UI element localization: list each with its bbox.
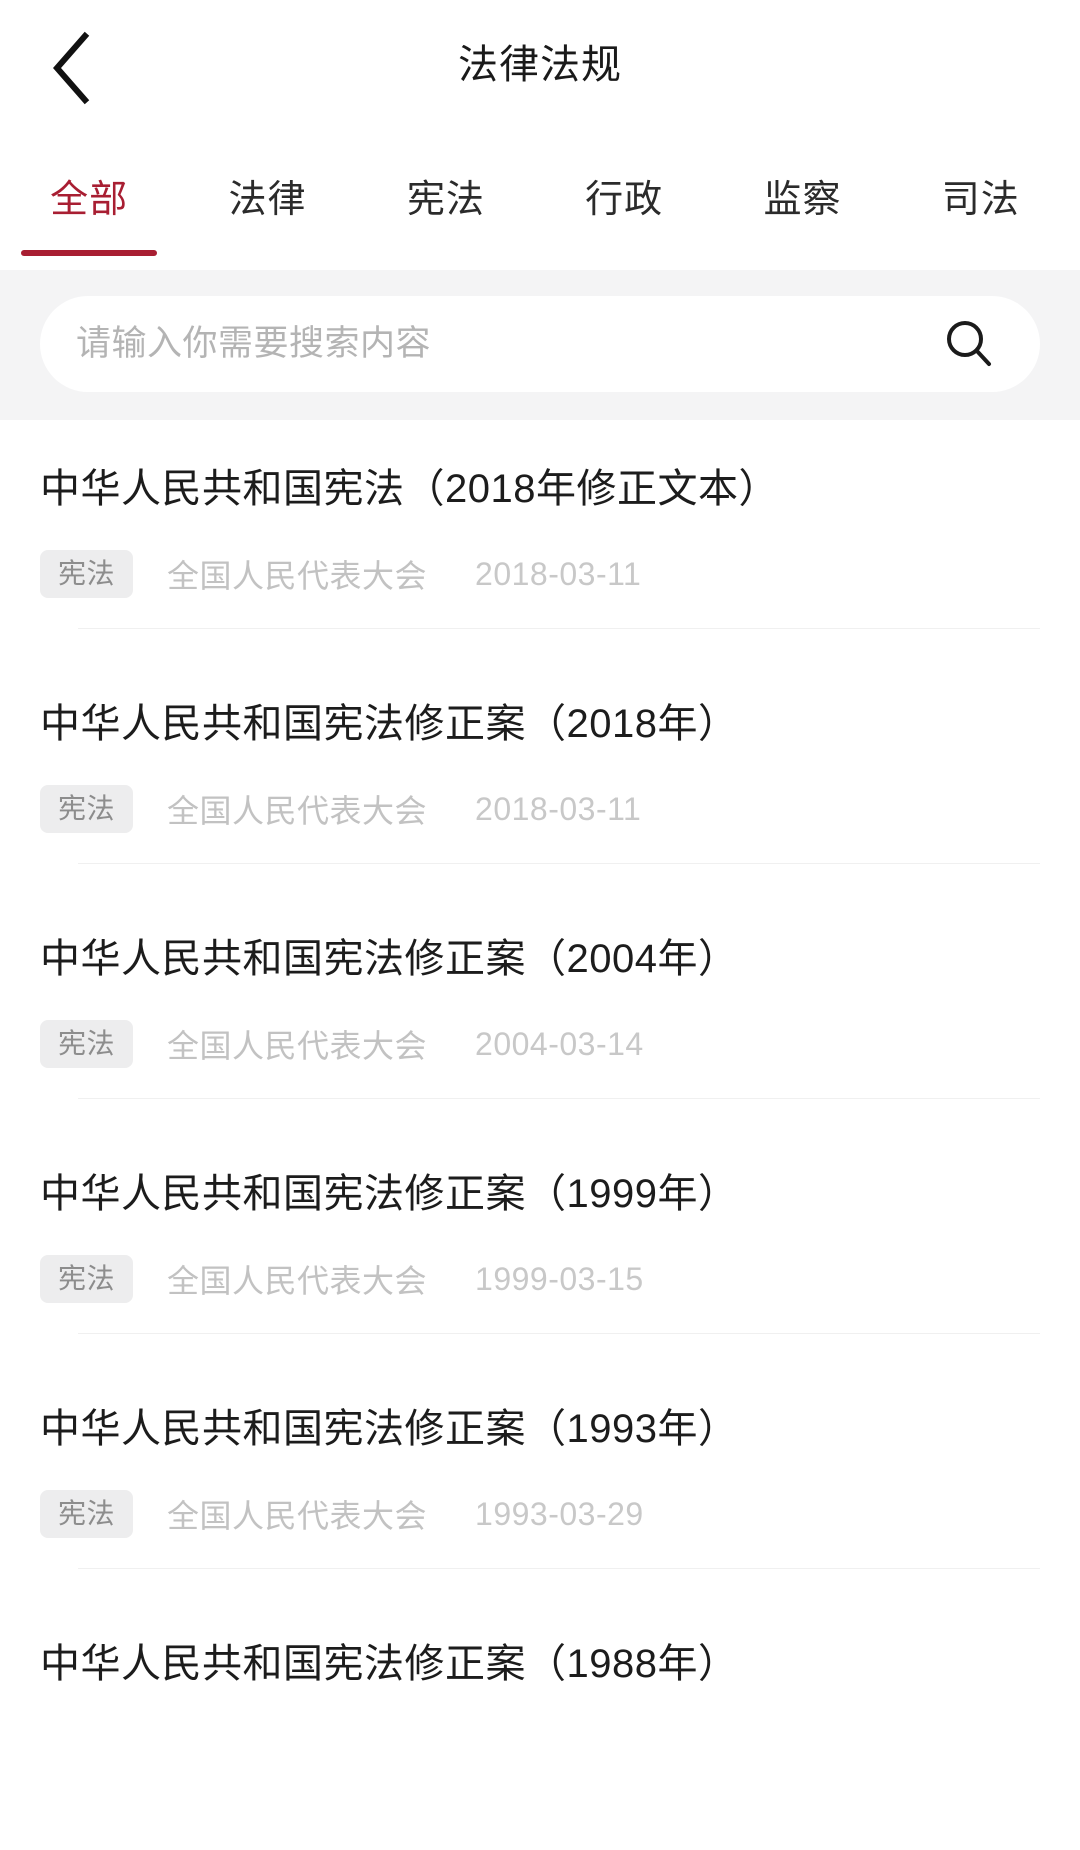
search-bar[interactable] xyxy=(40,296,1040,392)
tab-judicial[interactable]: 司法 xyxy=(892,130,1070,270)
item-date: 1993-03-29 xyxy=(475,1495,644,1532)
tab-label: 行政 xyxy=(585,179,664,221)
item-date: 1999-03-15 xyxy=(475,1260,644,1297)
tab-administrative[interactable]: 行政 xyxy=(535,130,713,270)
item-date: 2018-03-11 xyxy=(475,790,642,827)
list-item[interactable]: 中华人民共和国宪法修正案（1999年） 宪法 全国人民代表大会 1999-03-… xyxy=(0,1125,1080,1360)
tab-constitution[interactable]: 宪法 xyxy=(357,130,535,270)
item-title: 中华人民共和国宪法修正案（1999年） xyxy=(40,1172,739,1216)
item-divider xyxy=(78,863,1040,864)
list-item[interactable]: 中华人民共和国宪法修正案（2004年） 宪法 全国人民代表大会 2004-03-… xyxy=(0,890,1080,1125)
tab-law[interactable]: 法律 xyxy=(178,130,356,270)
item-title: 中华人民共和国宪法修正案（1988年） xyxy=(40,1642,739,1686)
item-title: 中华人民共和国宪法修正案（2018年） xyxy=(40,702,739,746)
tab-label: 司法 xyxy=(941,179,1020,221)
item-divider xyxy=(78,628,1040,629)
law-regulations-screen: 法律法规 全部 法律 宪法 行政 监察 司法 请输入你需要搜索内容 中华人民共和… xyxy=(0,0,1080,1850)
tab-label: 宪法 xyxy=(406,179,485,221)
list-item[interactable]: 中华人民共和国宪法修正案（1988年） xyxy=(0,1595,1080,1715)
regulation-list: 中华人民共和国宪法（2018年修正文本） 宪法 全国人民代表大会 2018-03… xyxy=(0,420,1080,1715)
status-badge: 宪法 xyxy=(40,785,134,833)
status-badge: 宪法 xyxy=(40,1020,134,1068)
chevron-left-icon xyxy=(47,30,93,106)
status-badge: 宪法 xyxy=(40,550,134,598)
list-item[interactable]: 中华人民共和国宪法（2018年修正文本） 宪法 全国人民代表大会 2018-03… xyxy=(0,420,1080,655)
item-agency: 全国人民代表大会 xyxy=(167,793,428,829)
tab-active-indicator xyxy=(21,250,158,256)
item-agency: 全国人民代表大会 xyxy=(167,1028,428,1064)
search-section xyxy=(0,270,1080,420)
list-item[interactable]: 中华人民共和国宪法修正案（2018年） 宪法 全国人民代表大会 2018-03-… xyxy=(0,655,1080,890)
item-title: 中华人民共和国宪法（2018年修正文本） xyxy=(40,467,779,511)
item-meta: 宪法 全国人民代表大会 2018-03-11 xyxy=(40,781,1040,837)
item-divider xyxy=(78,1098,1040,1099)
item-agency: 全国人民代表大会 xyxy=(167,1263,428,1299)
item-meta: 宪法 全国人民代表大会 2004-03-14 xyxy=(40,1016,1040,1072)
item-meta: 宪法 全国人民代表大会 1999-03-15 xyxy=(40,1251,1040,1307)
tab-label: 监察 xyxy=(763,179,842,221)
status-badge: 宪法 xyxy=(40,1255,134,1303)
category-tabbar: 全部 法律 宪法 行政 监察 司法 xyxy=(0,130,1080,270)
list-item[interactable]: 中华人民共和国宪法修正案（1993年） 宪法 全国人民代表大会 1993-03-… xyxy=(0,1360,1080,1595)
page-title: 法律法规 xyxy=(458,43,622,87)
item-divider xyxy=(78,1568,1040,1569)
app-header: 法律法规 xyxy=(0,0,1080,130)
tab-supervision[interactable]: 监察 xyxy=(713,130,891,270)
tab-all[interactable]: 全部 xyxy=(0,130,178,270)
item-divider xyxy=(78,1333,1040,1334)
tab-label: 全部 xyxy=(50,179,129,221)
item-title: 中华人民共和国宪法修正案（1993年） xyxy=(40,1407,739,1451)
status-badge: 宪法 xyxy=(40,1490,134,1538)
back-button[interactable] xyxy=(28,26,112,110)
item-meta: 宪法 全国人民代表大会 1993-03-29 xyxy=(40,1486,1040,1542)
search-input[interactable] xyxy=(76,324,938,364)
search-icon[interactable] xyxy=(938,313,1000,375)
item-date: 2004-03-14 xyxy=(475,1025,644,1062)
item-title: 中华人民共和国宪法修正案（2004年） xyxy=(40,937,739,981)
item-date: 2018-03-11 xyxy=(475,555,642,592)
item-agency: 全国人民代表大会 xyxy=(167,1498,428,1534)
item-meta: 宪法 全国人民代表大会 2018-03-11 xyxy=(40,546,1040,602)
tab-label: 法律 xyxy=(228,179,307,221)
item-agency: 全国人民代表大会 xyxy=(167,558,428,594)
